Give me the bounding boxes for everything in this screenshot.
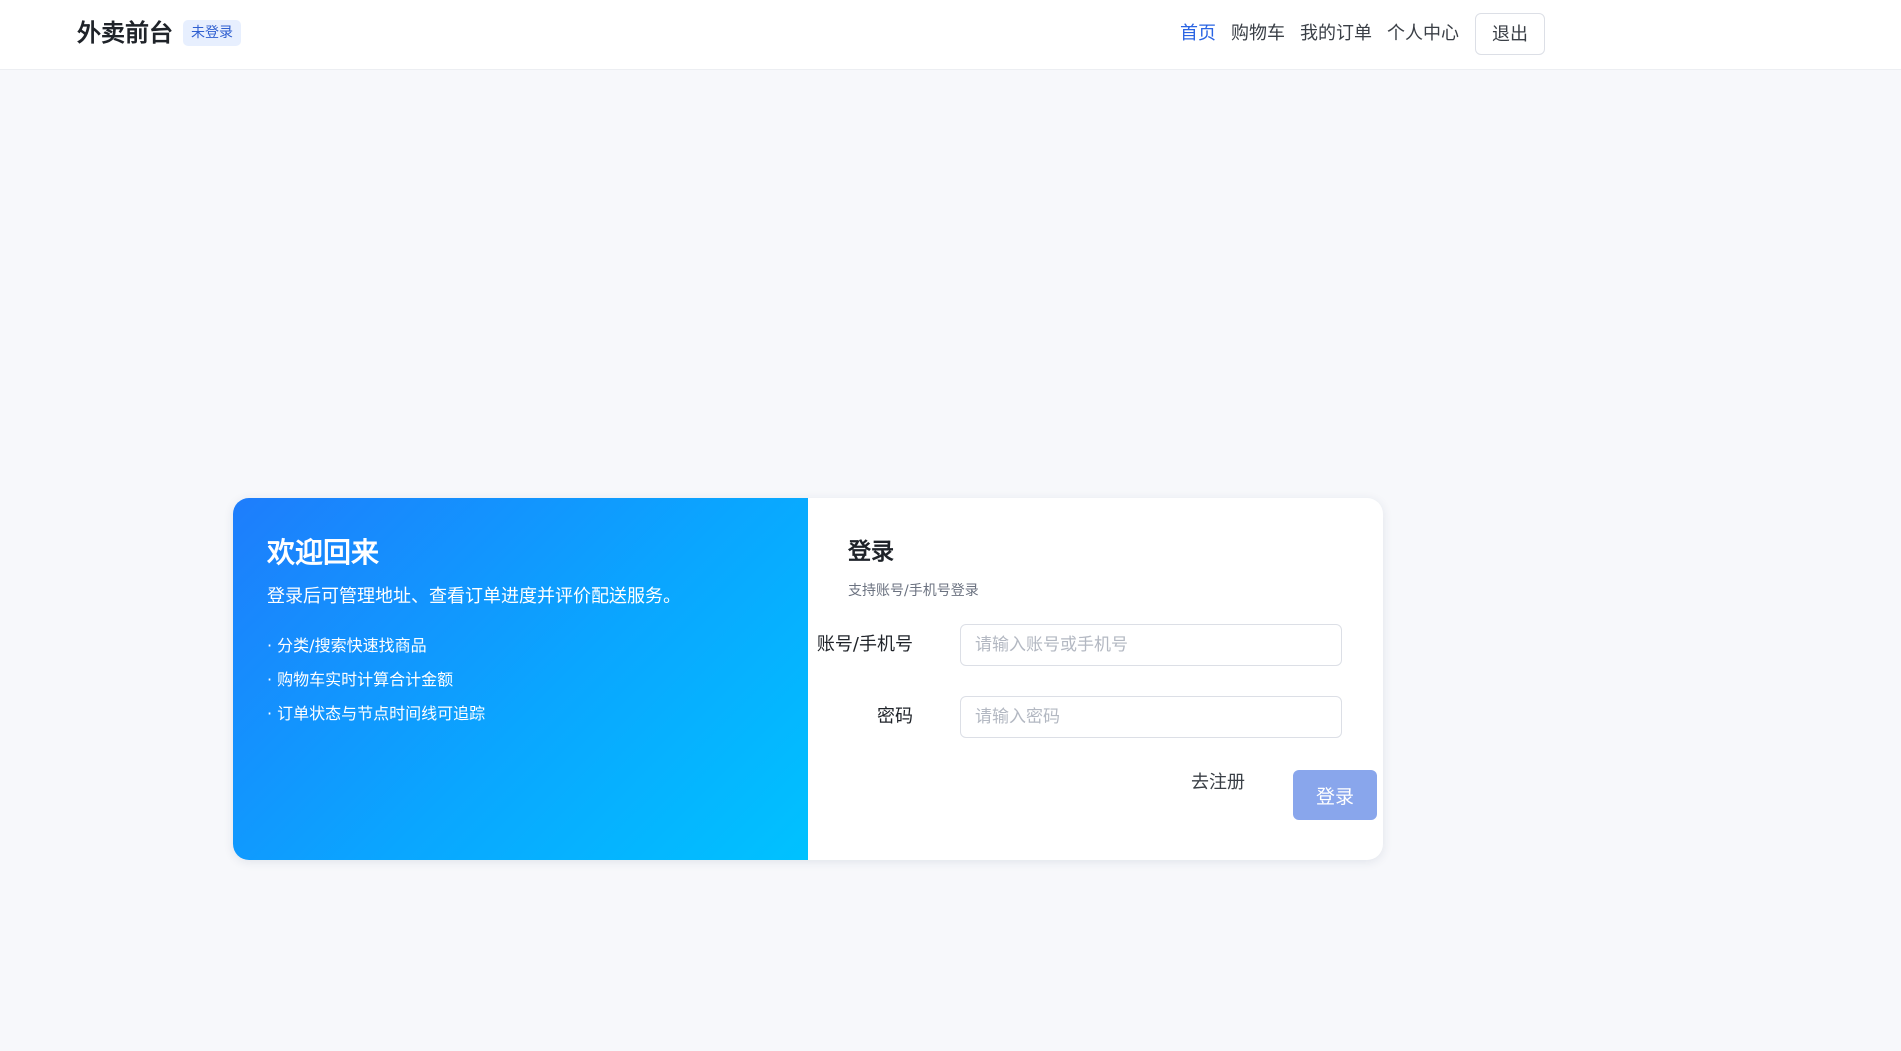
- login-status-badge: 未登录: [183, 20, 241, 46]
- login-button[interactable]: 登录: [1293, 770, 1377, 820]
- password-input[interactable]: [960, 696, 1342, 738]
- login-form: 登录 支持账号/手机号登录 账号/手机号 密码 去注册 登录: [808, 498, 1383, 860]
- main-nav: 首页 购物车 我的订单 个人中心 退出: [1180, 12, 1545, 56]
- account-input[interactable]: [960, 624, 1342, 666]
- welcome-panel: 欢迎回来 登录后可管理地址、查看订单进度并评价配送服务。 · 分类/搜索快速找商…: [233, 498, 808, 860]
- nav-profile[interactable]: 个人中心: [1387, 12, 1459, 56]
- register-link[interactable]: 去注册: [1191, 770, 1245, 796]
- account-label: 账号/手机号: [816, 634, 913, 655]
- welcome-title: 欢迎回来: [267, 536, 380, 569]
- nav-orders[interactable]: 我的订单: [1300, 12, 1372, 56]
- login-card: 欢迎回来 登录后可管理地址、查看订单进度并评价配送服务。 · 分类/搜索快速找商…: [233, 498, 1383, 860]
- brand-title: 外卖前台: [77, 19, 173, 47]
- top-header: 外卖前台 未登录 首页 购物车 我的订单 个人中心 退出: [0, 0, 1901, 70]
- form-title: 登录: [848, 539, 894, 565]
- feature-list: · 分类/搜索快速找商品 · 购物车实时计算合计金额 · 订单状态与节点时间线可…: [267, 635, 485, 737]
- logout-button[interactable]: 退出: [1475, 13, 1545, 55]
- password-label: 密码: [877, 706, 913, 727]
- nav-home[interactable]: 首页: [1180, 12, 1216, 56]
- welcome-subtitle: 登录后可管理地址、查看订单进度并评价配送服务。: [267, 586, 681, 607]
- feature-item: · 订单状态与节点时间线可追踪: [267, 704, 486, 723]
- feature-item: · 分类/搜索快速找商品: [267, 636, 427, 655]
- nav-cart[interactable]: 购物车: [1231, 12, 1285, 56]
- feature-item: · 购物车实时计算合计金额: [267, 670, 454, 689]
- form-subtitle: 支持账号/手机号登录: [848, 583, 979, 599]
